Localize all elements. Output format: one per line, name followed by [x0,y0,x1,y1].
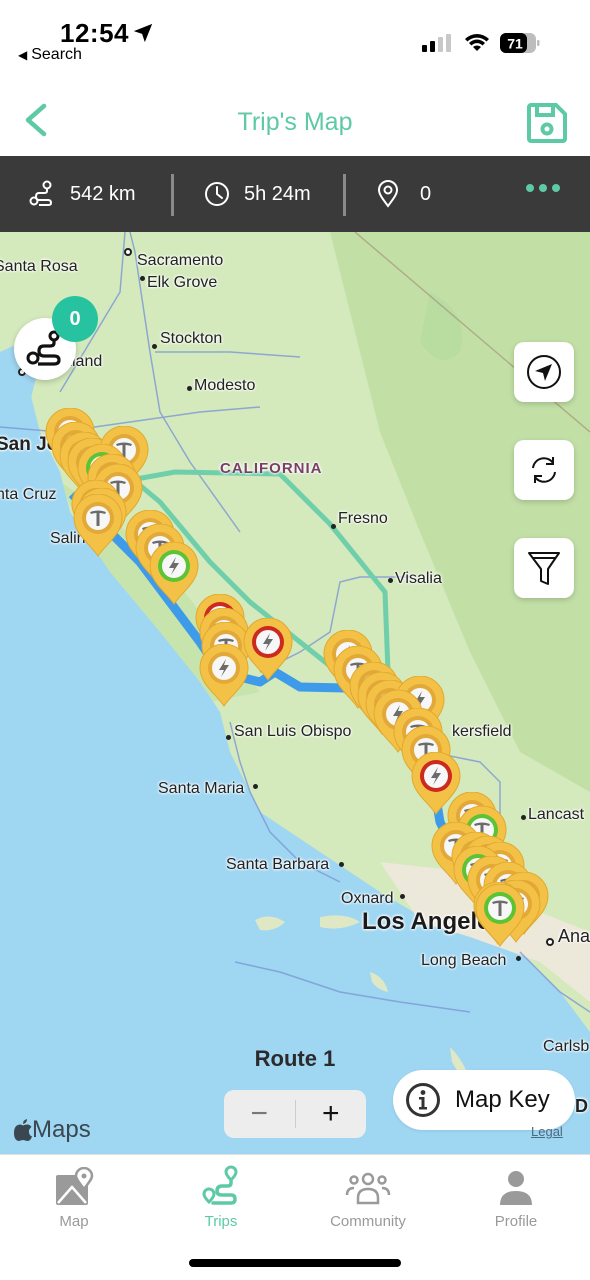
battery-icon: 71 [500,33,540,53]
city-label: Visalia [395,570,442,587]
city-dot [339,862,344,867]
map-key-label: Map Key [455,1086,550,1113]
city-label: D [575,1096,588,1116]
city-dot [124,248,132,256]
city-dot [187,386,192,391]
status-time: 12:54 [60,18,129,48]
city-dot [546,938,554,946]
zoom-out-button[interactable]: − [224,1090,295,1138]
city-label: Stockton [160,330,223,347]
city-label: nta Cruz [0,486,57,503]
legal-link[interactable]: Legal [531,1124,563,1139]
city-label: Long Beach [421,952,507,969]
stops-stat: 0 [376,156,431,232]
location-pin-icon [377,180,399,208]
charger-pin-unavailable[interactable] [242,618,294,682]
city-dot [521,815,526,820]
zoom-control: − + [224,1090,366,1138]
status-bar: 12:54 ◀ Search 71 [0,0,590,80]
zoom-in-button[interactable]: + [296,1090,367,1138]
profile-icon [500,1171,532,1205]
filter-button[interactable] [514,538,574,598]
map-view[interactable]: Santa Rosa Sacramento Elk Grove Stockton… [0,232,590,1154]
city-label: kersfield [452,723,512,740]
wifi-icon [465,34,489,51]
city-label: San Luis Obispo [234,723,352,740]
info-icon [406,1083,440,1117]
city-dot [400,894,405,899]
city-dot [516,956,521,961]
tab-trips[interactable]: Trips [161,1163,281,1230]
page-title: Trip's Map [237,108,353,136]
distance-stat: 542 km [28,156,136,232]
tab-label: Community [330,1213,406,1230]
city-dot [388,578,393,583]
city-dot [226,735,231,740]
tab-community[interactable]: Community [308,1163,428,1230]
city-label: Modesto [194,377,256,394]
city-dot [152,344,157,349]
maps-text: Maps [32,1116,91,1143]
refresh-button[interactable] [514,440,574,500]
clock-icon [205,182,229,206]
city-label: Sacramento [137,252,224,269]
route-name: Route 1 [254,1046,336,1071]
tab-label: Map [59,1213,89,1230]
city-label: Lancast [528,806,585,823]
duration-value: 5h 24m [244,182,311,205]
trip-count-badge: 0 [52,296,98,342]
city-label: Ana [558,926,590,946]
nav-header: Trip's Map [0,80,590,156]
home-indicator [189,1259,401,1267]
tab-map[interactable]: Map [14,1163,134,1230]
route-icon [29,180,53,206]
map-key-button[interactable]: Map Key [393,1070,575,1130]
community-icon [345,1172,391,1205]
city-label: Santa Rosa [0,258,78,275]
save-button[interactable] [526,102,568,144]
battery-level: 71 [507,36,523,52]
apple-logo-icon [14,1119,32,1141]
charger-pin-available[interactable] [474,884,526,948]
city-label: Elk Grove [147,274,218,291]
stats-divider [171,174,174,216]
tab-label: Profile [494,1213,538,1230]
city-dot [331,524,336,529]
recenter-button[interactable] [514,342,574,402]
city-dot [253,784,258,789]
charger-pin-available[interactable] [148,542,200,606]
cellular-signal-icon [422,34,451,52]
apple-maps-attribution: Maps [14,1116,91,1144]
stops-value: 0 [420,182,432,205]
navigation-arrow-icon [527,355,561,389]
screen: 12:54 ◀ Search 71 Trip's Map 542 km 5h 2… [0,0,590,1280]
city-label: Santa Barbara [226,856,330,873]
trip-stats-bar: 542 km 5h 24m 0 [0,156,590,232]
back-to-app-link[interactable]: ◀ Search [18,46,82,64]
map-icon [56,1167,94,1205]
city-label: Oxnard [341,890,394,907]
route-icon [202,1165,238,1205]
filter-icon [528,552,560,585]
city-dot [140,276,145,281]
city-label: Fresno [338,510,388,527]
distance-value: 542 km [70,182,136,205]
more-options-button[interactable] [526,184,560,192]
charger-pin[interactable] [72,494,124,558]
duration-stat: 5h 24m [204,156,311,232]
back-triangle-icon: ◀ [18,48,28,62]
state-label: CALIFORNIA [220,460,323,477]
refresh-icon [532,457,556,483]
back-to-app-label: Search [31,46,82,63]
tab-label: Trips [204,1213,238,1230]
city-label: Santa Maria [158,780,245,797]
tab-profile[interactable]: Profile [456,1163,576,1230]
stats-divider [343,174,346,216]
location-arrow-icon [133,23,153,43]
